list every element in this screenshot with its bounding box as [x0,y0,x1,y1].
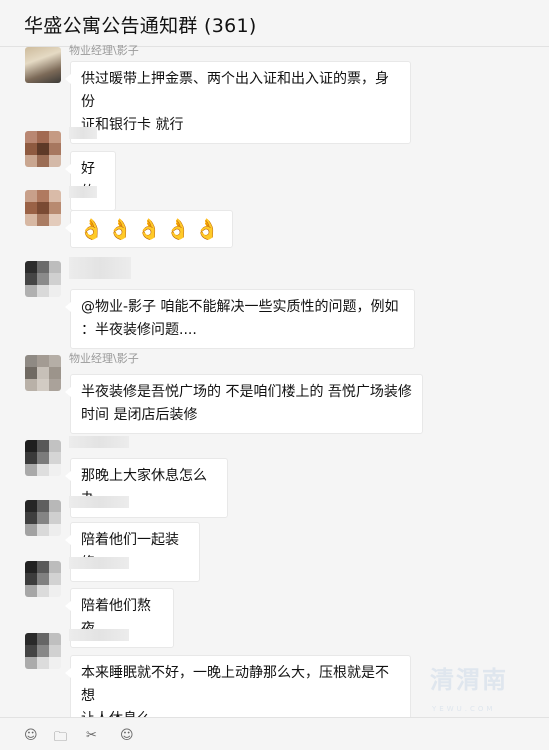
avatar[interactable] [25,190,61,226]
sender-name [69,557,129,569]
ok-hand-emoji-icon: 👌 [165,217,191,241]
emoji-row: 👌 👌 👌 👌 👌 [79,217,224,241]
avatar[interactable] [25,131,61,167]
message-text: 证和银行卡 就行 [81,117,184,133]
avatar[interactable] [25,355,61,391]
folder-icon[interactable]: 🗀 [54,728,67,750]
sender-name [69,629,129,641]
sender-name: 物业经理\影子 [69,44,139,57]
watermark-logo: 清渭南 [430,666,508,694]
avatar[interactable] [25,261,61,297]
message-bubble[interactable]: 那晚上大家休息怎么办 [65,458,228,518]
message-text: 本来睡眠就不好，一晚上动静那么大，压根就是不想 [81,665,389,704]
sender-name [69,127,97,139]
ok-hand-emoji-icon: 👌 [194,217,220,241]
sender-name [69,186,97,198]
message-list[interactable]: 物业经理\影子 供过暖带上押金票、两个出入证和出入证的票，身份 证和银行卡 就行… [0,44,549,738]
chat-title: 华盛公寓公告通知群 (361) [24,15,257,37]
sender-name [69,257,131,279]
message-text: ：半夜装修问题.... [81,322,197,338]
watermark-url: YEWU.COM [432,705,496,713]
sender-name [69,436,129,448]
ok-hand-emoji-icon: 👌 [107,217,133,241]
ok-hand-emoji-icon: 👌 [136,217,162,241]
avatar[interactable] [25,633,61,669]
message-bubble[interactable]: 供过暖带上押金票、两个出入证和出入证的票，身份 证和银行卡 就行 [65,61,411,144]
message-bubble[interactable]: @物业-影子 咱能不能解决一些实质性的问题，例如 ：半夜装修问题.... [65,289,415,349]
message-text: 时间 是闭店后装修 [81,407,198,423]
sender-name [69,496,129,508]
message-bubble[interactable]: 好的 [65,151,116,211]
message-text: 半夜装修是吾悦广场的 不是咱们楼上的 吾悦广场装修 [81,384,412,400]
message-text: 供过暖带上押金票、两个出入证和出入证的票，身份 [81,71,389,110]
sender-name: 物业经理\影子 [69,352,139,365]
ok-hand-emoji-icon: 👌 [79,217,104,241]
avatar[interactable] [25,500,61,536]
message-bubble[interactable]: 陪着他们一起装修 [65,522,200,582]
input-toolbar: ☺ 🗀 ✂ ☺ [0,717,549,745]
message-bubble[interactable]: 👌 👌 👌 👌 👌 [65,210,233,248]
avatar[interactable] [25,47,61,83]
avatar[interactable] [25,561,61,597]
message-bubble[interactable]: 半夜装修是吾悦广场的 不是咱们楼上的 吾悦广场装修 时间 是闭店后装修 [65,374,423,434]
chat-header: 华盛公寓公告通知群 (361) [0,0,549,47]
avatar[interactable] [25,440,61,476]
message-text: @物业-影子 咱能不能解决一些实质性的问题，例如 [81,299,399,315]
